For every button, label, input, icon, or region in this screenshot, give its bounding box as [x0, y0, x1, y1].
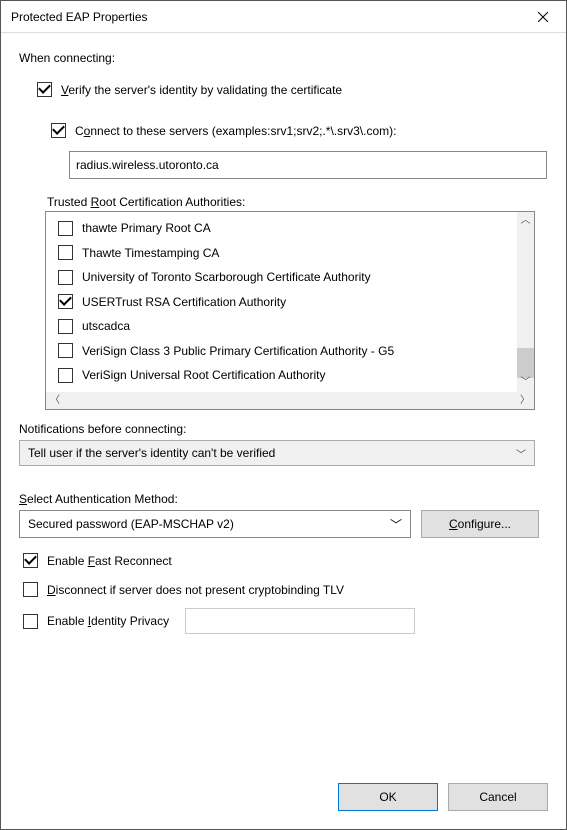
list-item[interactable]: VeriSign Universal Root Certification Au… [48, 363, 515, 388]
vertical-scrollbar[interactable]: ︿ ﹀ [517, 212, 534, 392]
ca-checkbox[interactable] [58, 245, 73, 260]
titlebar: Protected EAP Properties [1, 1, 566, 33]
ca-checkbox[interactable] [58, 294, 73, 309]
horizontal-scrollbar[interactable]: 〈 〉 [46, 392, 534, 409]
ok-button[interactable]: OK [338, 783, 438, 811]
list-item[interactable]: thawte Primary Root CA [48, 216, 515, 241]
identity-privacy-checkbox[interactable] [23, 614, 38, 629]
ca-label: VeriSign Universal Root Certification Au… [82, 368, 325, 382]
trusted-root-listbox[interactable]: thawte Primary Root CA Thawte Timestampin… [45, 211, 535, 410]
fast-reconnect-row: Enable Fast Reconnect [19, 550, 548, 571]
select-method-label: Select Authentication Method: [19, 492, 548, 506]
chevron-down-icon: ﹀ [390, 516, 402, 533]
servers-input-wrap [69, 145, 548, 179]
ca-checkbox[interactable] [58, 319, 73, 334]
close-icon [538, 12, 548, 22]
list-item[interactable]: VeriSign Class 3 Public Primary Certific… [48, 339, 515, 364]
configure-button[interactable]: Configure... [421, 510, 539, 538]
ca-checkbox[interactable] [58, 221, 73, 236]
footer: OK Cancel [1, 767, 566, 829]
notifications-label: Notifications before connecting: [19, 422, 548, 436]
when-connecting-label: When connecting: [19, 51, 548, 65]
ca-checkbox[interactable] [58, 368, 73, 383]
ca-label: Thawte Timestamping CA [82, 246, 219, 260]
chevron-down-icon: ﹀ [516, 446, 526, 461]
list-item[interactable]: Thawte Timestamping CA [48, 241, 515, 266]
close-button[interactable] [520, 1, 566, 33]
verify-checkbox[interactable] [37, 82, 52, 97]
disconnect-checkbox[interactable] [23, 582, 38, 597]
ca-label: USERTrust RSA Certification Authority [82, 295, 286, 309]
trusted-root-list: thawte Primary Root CA Thawte Timestampin… [46, 212, 517, 392]
identity-privacy-input[interactable] [185, 608, 415, 634]
scrollbar-thumb[interactable] [517, 348, 534, 378]
identity-privacy-row: Enable Identity Privacy [19, 608, 548, 634]
disconnect-row: Disconnect if server does not present cr… [19, 579, 548, 600]
scroll-up-icon[interactable]: ︿ [521, 216, 531, 226]
cancel-button[interactable]: Cancel [448, 783, 548, 811]
list-item[interactable]: utscadca [48, 314, 515, 339]
fast-reconnect-label: Enable Fast Reconnect [47, 554, 172, 568]
fast-reconnect-checkbox[interactable] [23, 553, 38, 568]
ca-label: thawte Primary Root CA [82, 221, 211, 235]
connect-servers-checkbox[interactable] [51, 123, 66, 138]
scroll-down-icon[interactable]: ﹀ [521, 378, 531, 388]
ca-label: VeriSign Class 3 Public Primary Certific… [82, 344, 394, 358]
connect-servers-label: Connect to these servers (examples:srv1;… [75, 124, 396, 138]
ca-label: utscadca [82, 319, 130, 333]
scroll-left-icon[interactable]: 〈 [50, 396, 60, 406]
ca-label: University of Toronto Scarborough Certif… [82, 270, 371, 284]
auth-method-dropdown[interactable]: Secured password (EAP-MSCHAP v2) ﹀ [19, 510, 411, 538]
verify-row: Verify the server's identity by validati… [33, 79, 548, 100]
verify-label: Verify the server's identity by validati… [61, 83, 342, 97]
disconnect-label: Disconnect if server does not present cr… [47, 583, 344, 597]
ca-checkbox[interactable] [58, 343, 73, 358]
identity-privacy-label: Enable Identity Privacy [47, 614, 169, 628]
ca-checkbox[interactable] [58, 270, 73, 285]
connect-servers-row: Connect to these servers (examples:srv1;… [47, 120, 548, 141]
list-item[interactable]: University of Toronto Scarborough Certif… [48, 265, 515, 290]
notifications-value: Tell user if the server's identity can't… [28, 446, 275, 460]
auth-method-value: Secured password (EAP-MSCHAP v2) [28, 517, 234, 531]
trusted-root-label: Trusted Root Certification Authorities: [47, 195, 548, 209]
window-title: Protected EAP Properties [11, 10, 148, 24]
notifications-dropdown[interactable]: Tell user if the server's identity can't… [19, 440, 535, 466]
method-row: Secured password (EAP-MSCHAP v2) ﹀ Confi… [19, 510, 548, 538]
servers-input[interactable] [69, 151, 547, 179]
list-item[interactable]: USERTrust RSA Certification Authority [48, 290, 515, 315]
scroll-right-icon[interactable]: 〉 [520, 396, 530, 406]
content-pane: When connecting: Verify the server's ide… [1, 33, 566, 767]
